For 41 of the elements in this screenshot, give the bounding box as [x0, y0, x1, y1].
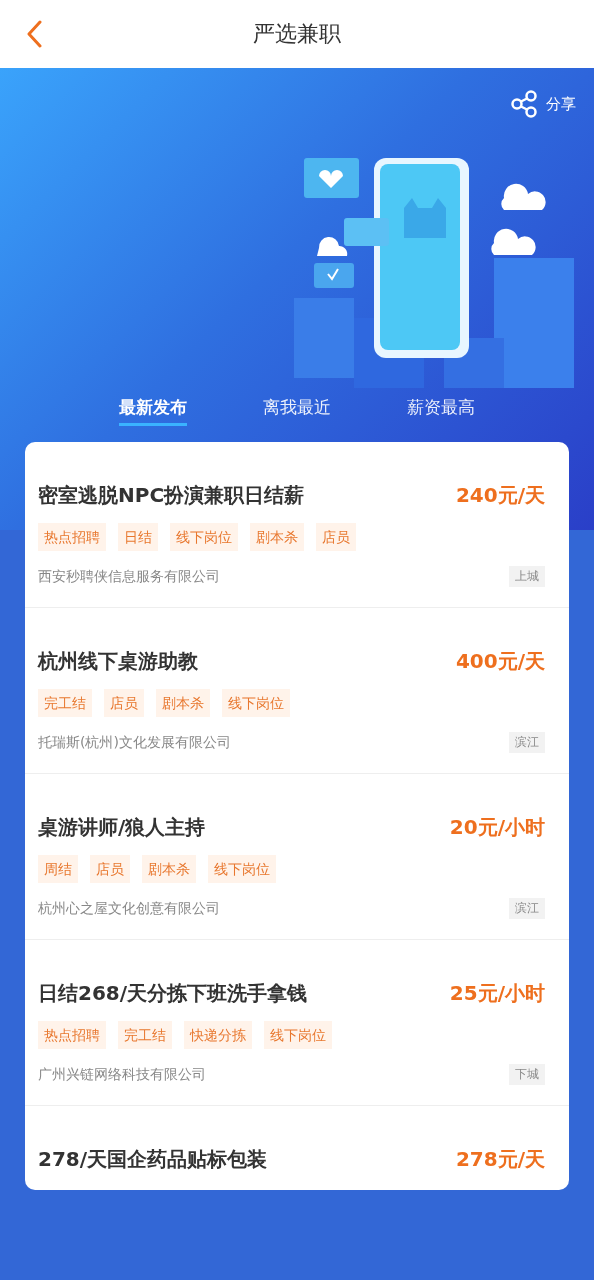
salary: 240元/天 [455, 481, 545, 509]
tag: 完工结 [118, 1021, 172, 1049]
tag: 日结 [118, 523, 158, 551]
tag: 店员 [104, 689, 144, 717]
job-title: 278/天国企药品贴标包装 [38, 1145, 268, 1173]
district-label: 滨江 [509, 732, 545, 753]
tag: 线下岗位 [208, 855, 276, 883]
share-button[interactable]: 分享 [510, 90, 576, 118]
page-title: 严选兼职 [253, 20, 341, 48]
company-name: 托瑞斯(杭州)文化发展有限公司 [38, 733, 231, 752]
salary: 20元/小时 [449, 813, 545, 841]
tag: 线下岗位 [264, 1021, 332, 1049]
job-title: 密室逃脱NPC扮演兼职日结薪 [38, 481, 305, 509]
job-title: 桌游讲师/狼人主持 [38, 813, 206, 841]
tab[interactable]: 薪资最高 [407, 390, 475, 426]
tag: 完工结 [38, 689, 92, 717]
company-name: 广州兴链网络科技有限公司 [38, 1065, 206, 1084]
job-title: 日结268/天分拣下班洗手拿钱 [38, 979, 308, 1007]
tab[interactable]: 离我最近 [263, 390, 331, 426]
salary: 278元/天 [455, 1145, 545, 1173]
company-name: 西安秒聘侠信息服务有限公司 [38, 567, 220, 586]
district-label: 滨江 [509, 898, 545, 919]
tag: 线下岗位 [170, 523, 238, 551]
tab[interactable]: 最新发布 [119, 390, 187, 426]
tag: 店员 [316, 523, 356, 551]
tag: 店员 [90, 855, 130, 883]
job-title: 杭州线下桌游助教 [38, 647, 198, 675]
back-icon[interactable] [26, 20, 42, 48]
tag: 剧本杀 [156, 689, 210, 717]
salary: 25元/小时 [449, 979, 545, 1007]
salary: 400元/天 [455, 647, 545, 675]
tag: 剧本杀 [142, 855, 196, 883]
tag: 热点招聘 [38, 1021, 106, 1049]
tag: 线下岗位 [222, 689, 290, 717]
district-label: 下城 [509, 1064, 545, 1085]
tag: 热点招聘 [38, 523, 106, 551]
district-label: 上城 [509, 566, 545, 587]
tag: 周结 [38, 855, 78, 883]
company-name: 杭州心之屋文化创意有限公司 [38, 899, 220, 918]
tag: 剧本杀 [250, 523, 304, 551]
tag: 快递分拣 [184, 1021, 252, 1049]
